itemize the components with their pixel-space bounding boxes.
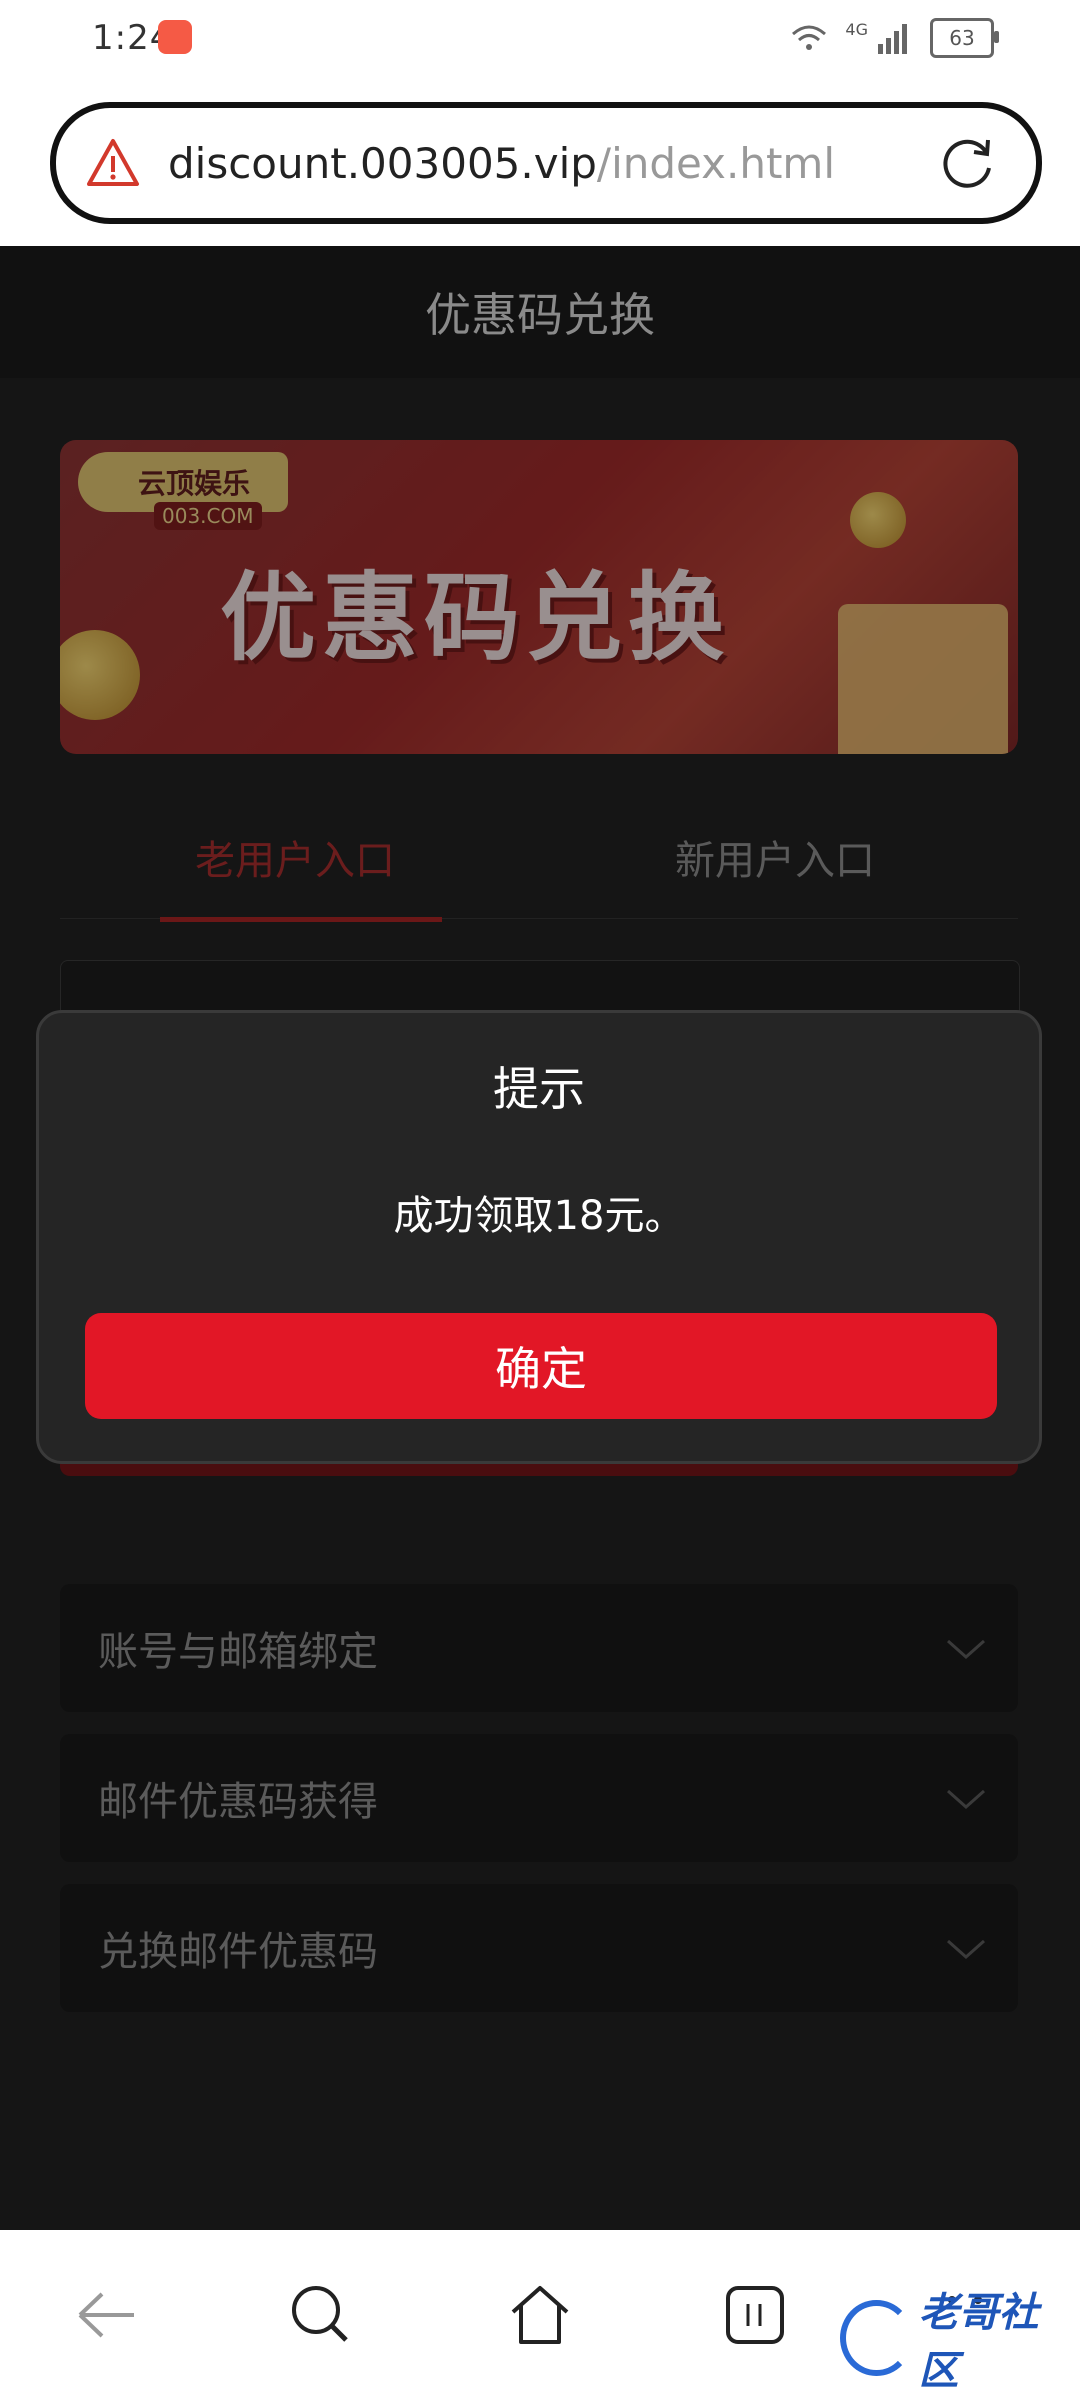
chevron-down-icon	[947, 1639, 985, 1660]
signal-icon	[878, 24, 907, 54]
status-bar: 1:24 4G 63	[0, 0, 1080, 80]
coin-image	[60, 630, 140, 720]
entry-tabs: 老用户入口 新用户入口	[60, 798, 1018, 922]
refresh-icon[interactable]	[936, 132, 998, 194]
alert-dialog: 提示 成功领取18元。 确定	[36, 1010, 1042, 1464]
brand-logo-text: 云顶娱乐	[138, 467, 251, 500]
home-icon[interactable]	[505, 2280, 575, 2350]
promo-banner: 云顶娱乐 003.COM 优惠码兑换	[60, 440, 1018, 754]
url-domain: discount.003005.vip	[168, 138, 597, 188]
page-title: 优惠码兑换	[425, 288, 655, 342]
watermark-logo: 老哥社区	[840, 2290, 1070, 2394]
page-header: 优惠码兑换	[0, 246, 1080, 378]
brand-logo-sub: 003.COM	[154, 502, 262, 530]
tabs-icon[interactable]	[720, 2280, 790, 2350]
accordion-item-redeem-code[interactable]: 兑换邮件优惠码	[60, 1884, 1018, 2012]
watermark-text: 老哥社区	[918, 2290, 1039, 2394]
battery-level: 63	[949, 26, 975, 50]
dialog-message: 成功领取18元。	[393, 1193, 685, 1239]
accordion-item-account-binding[interactable]: 账号与邮箱绑定	[60, 1584, 1018, 1712]
notification-app-icon	[158, 20, 192, 54]
banner-title: 优惠码兑换	[220, 562, 730, 674]
address-bar[interactable]: discount.003005.vip/index.html	[50, 102, 1042, 224]
confirm-button[interactable]: 确定	[85, 1313, 997, 1419]
accordion-label: 兑换邮件优惠码	[98, 1929, 378, 1975]
accordion-label: 邮件优惠码获得	[98, 1779, 378, 1825]
tab-new-user[interactable]: 新用户入口	[675, 828, 875, 886]
wifi-icon	[792, 25, 827, 50]
accordion-item-email-code[interactable]: 邮件优惠码获得	[60, 1734, 1018, 1862]
active-tab-indicator	[160, 917, 442, 922]
search-icon[interactable]	[286, 2280, 356, 2350]
url-path: /index.html	[596, 138, 835, 188]
battery-icon: 63	[930, 18, 999, 58]
back-icon[interactable]	[72, 2280, 142, 2350]
dialog-title: 提示	[493, 1062, 585, 1116]
network-type-label: 4G	[845, 19, 868, 39]
browser-toolbar: discount.003005.vip/index.html	[0, 80, 1080, 246]
envelope-image	[838, 604, 1008, 754]
tab-old-user[interactable]: 老用户入口	[195, 828, 395, 886]
url-text[interactable]: discount.003005.vip/index.html	[168, 139, 835, 188]
accordion-label: 账号与邮箱绑定	[98, 1629, 378, 1675]
coin-image	[850, 492, 906, 548]
chevron-down-icon	[947, 1939, 985, 1960]
chevron-down-icon	[947, 1789, 985, 1810]
warning-icon[interactable]	[86, 136, 140, 190]
watermark-ring-icon	[840, 2300, 913, 2376]
